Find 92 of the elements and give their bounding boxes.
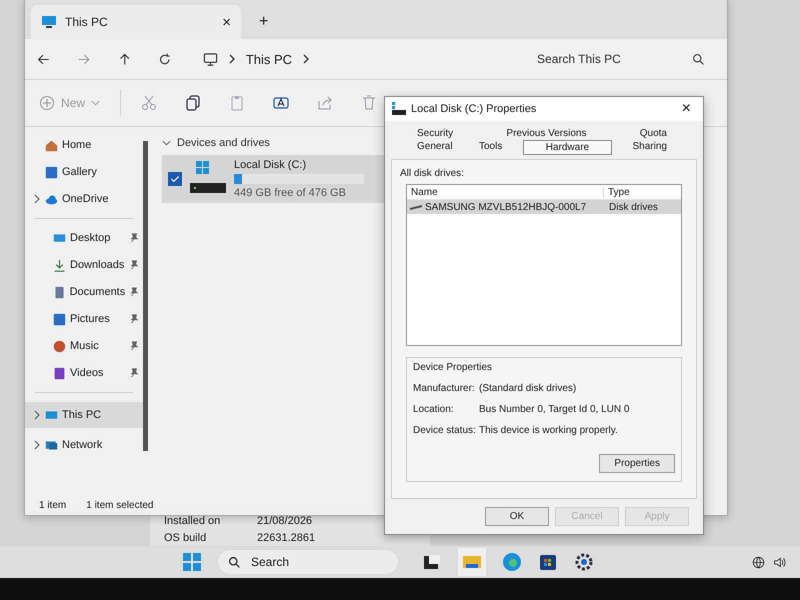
pin-icon[interactable] <box>129 368 139 378</box>
drive-name: Local Disk (C:) <box>234 159 308 171</box>
chevron-icon <box>228 53 236 65</box>
close-button[interactable]: × <box>676 100 697 118</box>
search-field[interactable]: Search This PC <box>537 52 692 66</box>
sidebar-item[interactable]: This PC <box>25 402 143 428</box>
window-tab[interactable]: This PC × <box>31 5 241 39</box>
property-value: Bus Number 0, Target Id 0, LUN 0 <box>479 404 630 415</box>
download-icon <box>53 258 66 272</box>
start-icon[interactable] <box>182 552 202 572</box>
info-label: Installed on <box>164 515 222 528</box>
group-label: Device Properties <box>413 362 493 373</box>
info-value: 22631.2861 <box>257 532 316 545</box>
pin-icon[interactable] <box>129 233 139 243</box>
property-label: Manufacturer: <box>413 383 476 394</box>
dialog-tab[interactable]: Previous Versions <box>500 127 592 140</box>
document-icon <box>52 286 66 298</box>
gallery-icon <box>45 166 58 178</box>
sidebar-item[interactable]: Documents <box>25 282 143 302</box>
copy-icon[interactable] <box>185 95 202 111</box>
dialog-tab[interactable]: General <box>411 140 459 155</box>
dialog-tab[interactable]: Sharing <box>626 140 673 155</box>
status-text: 1 item selected <box>86 500 154 510</box>
dialog-tab[interactable]: Hardware <box>522 140 612 155</box>
sidebar-item[interactable]: Music <box>25 336 143 356</box>
dialog-button[interactable]: OK <box>485 507 549 526</box>
home-icon <box>45 138 58 152</box>
property-label: Location: <box>413 404 455 415</box>
sidebar-item[interactable]: Gallery <box>25 162 143 182</box>
music-icon <box>53 340 66 352</box>
new-tab-button[interactable]: + <box>241 13 286 39</box>
property-value: (Standard disk drives) <box>479 383 576 394</box>
up-icon[interactable] <box>118 52 132 66</box>
sidebar-item[interactable]: OneDrive <box>25 189 143 209</box>
monitor-icon <box>41 14 57 30</box>
desktop-icon <box>53 232 66 244</box>
check-icon <box>169 173 181 185</box>
dialog-tab[interactable]: Quota <box>634 127 673 140</box>
property-label: Device status: <box>413 425 477 436</box>
refresh-icon[interactable] <box>158 52 172 66</box>
expand-icon[interactable] <box>33 409 41 421</box>
chevron-icon[interactable] <box>302 53 310 65</box>
search-icon <box>692 52 706 66</box>
dialog-title: Local Disk (C:) Properties <box>411 103 538 115</box>
list-row[interactable]: SAMSUNG MZVLB512HBJQ-000L7 Disk drives <box>407 200 681 214</box>
cloud-icon <box>45 192 58 206</box>
close-tab-button[interactable]: × <box>222 14 231 30</box>
column-header[interactable]: Type <box>604 186 672 198</box>
free-space-text: 449 GB free of 476 GB <box>234 187 347 199</box>
property-value: This device is working properly. <box>479 425 618 436</box>
sidebar-item[interactable]: Videos <box>25 363 143 383</box>
status-text: 1 item <box>39 500 66 510</box>
volume-icon[interactable] <box>773 556 786 568</box>
dialog-tab[interactable]: Security <box>411 127 460 140</box>
sidebar-item[interactable]: Downloads <box>25 255 143 275</box>
task-view-icon[interactable] <box>422 552 442 572</box>
sidebar-item[interactable]: Home <box>25 135 143 155</box>
dropdown-icon <box>91 100 100 106</box>
store-icon[interactable] <box>538 552 558 572</box>
search-icon <box>228 556 241 568</box>
gear-icon[interactable] <box>574 552 594 572</box>
properties-button[interactable]: Properties <box>599 454 675 473</box>
folder-icon[interactable] <box>458 548 486 576</box>
info-value: 21/08/2026 <box>257 515 312 528</box>
pin-icon[interactable] <box>129 341 139 351</box>
globe-icon[interactable] <box>752 556 765 568</box>
monitor-icon <box>202 52 218 66</box>
drive-icon <box>391 101 407 117</box>
list-label: All disk drives: <box>400 168 465 179</box>
browser-icon[interactable] <box>502 552 522 572</box>
section-header[interactable]: Devices and drives <box>177 137 270 149</box>
video-icon <box>53 366 66 380</box>
breadcrumb[interactable]: This PC <box>246 52 292 66</box>
expand-icon[interactable] <box>33 439 41 451</box>
gallery-icon <box>53 312 66 326</box>
rename-icon[interactable] <box>273 95 290 111</box>
pin-icon[interactable] <box>129 287 139 297</box>
pin-icon[interactable] <box>129 314 139 324</box>
taskbar-search[interactable]: Search <box>218 550 398 574</box>
dialog-tab[interactable]: Tools <box>472 140 508 155</box>
sidebar-item[interactable]: Pictures <box>25 309 143 329</box>
sidebar-item[interactable]: Desktop <box>25 228 143 248</box>
column-header[interactable]: Name <box>407 186 604 198</box>
info-label: OS build <box>164 532 208 545</box>
plus-icon <box>39 95 55 111</box>
collapse-icon[interactable] <box>162 140 171 146</box>
pin-icon[interactable] <box>129 260 139 270</box>
network-icon <box>45 438 58 452</box>
sidebar-item[interactable]: Network <box>25 435 143 455</box>
monitor-icon <box>45 408 58 422</box>
expand-icon[interactable] <box>33 193 41 205</box>
checkbox[interactable] <box>168 172 182 186</box>
